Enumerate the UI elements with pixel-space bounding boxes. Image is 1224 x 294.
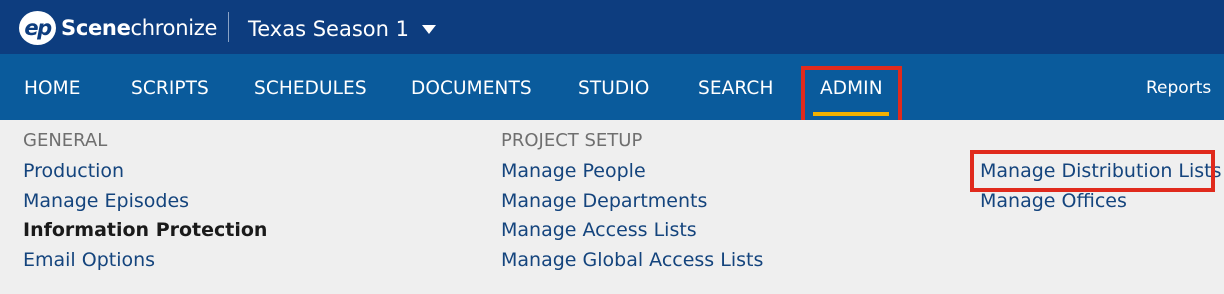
project-title: Texas Season 1 [248,17,409,41]
main-nav: HOME SCRIPTS SCHEDULES DOCUMENTS STUDIO … [0,54,1224,120]
manage-people-link[interactable]: Manage People [501,160,763,190]
nav-documents[interactable]: DOCUMENTS [411,78,532,99]
project-selector[interactable]: Texas Season 1 [248,17,436,41]
admin-highlight-box [801,66,902,124]
general-column: GENERAL Production Manage Episodes Infor… [23,130,267,278]
top-bar: ep Scenechronize Texas Season 1 [0,0,1224,54]
manage-departments-link[interactable]: Manage Departments [501,190,763,220]
nav-studio[interactable]: STUDIO [578,78,649,99]
manage-global-access-lists-link[interactable]: Manage Global Access Lists [501,249,763,279]
distribution-lists-highlight-box [970,150,1215,192]
caret-down-icon [421,24,436,34]
information-protection-link[interactable]: Information Protection [23,219,267,249]
nav-reports[interactable]: Reports [1146,78,1211,98]
nav-home[interactable]: HOME [24,78,81,99]
ep-logo-icon: ep [19,11,56,45]
app-name: Scenechronize [61,16,218,40]
manage-access-lists-link[interactable]: Manage Access Lists [501,219,763,249]
nav-scripts[interactable]: SCRIPTS [131,78,209,99]
nav-schedules[interactable]: SCHEDULES [254,78,367,99]
manage-offices-link[interactable]: Manage Offices [980,190,1222,220]
app-logo[interactable]: ep Scenechronize [19,11,217,45]
general-heading: GENERAL [23,130,108,151]
production-link[interactable]: Production [23,160,267,190]
nav-search[interactable]: SEARCH [698,78,773,99]
project-setup-heading: PROJECT SETUP [501,130,643,151]
project-setup-column: PROJECT SETUP Manage People Manage Depar… [501,130,763,278]
email-options-link[interactable]: Email Options [23,249,267,279]
header-divider [228,12,229,42]
manage-episodes-link[interactable]: Manage Episodes [23,190,267,220]
